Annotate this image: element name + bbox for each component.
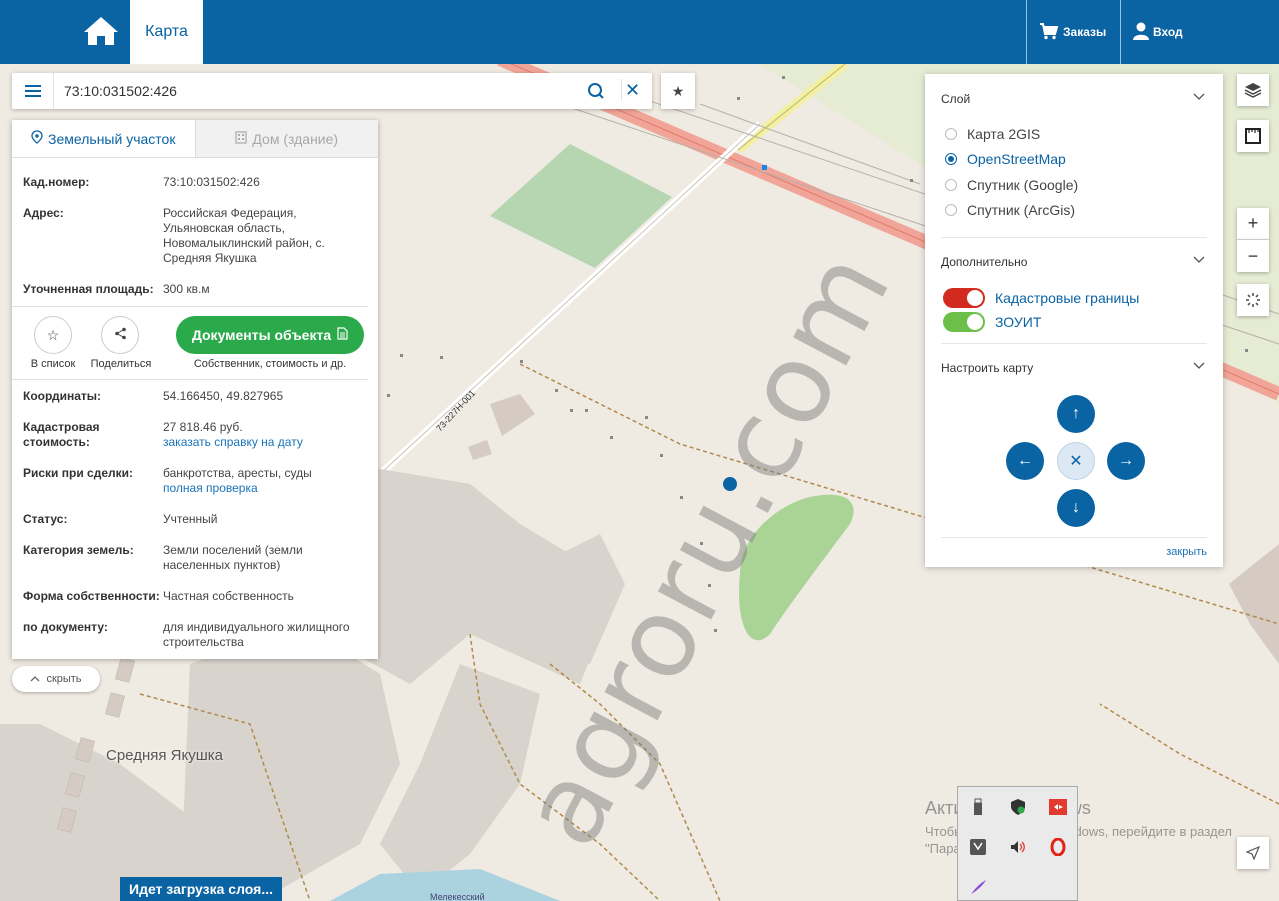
usb-drive-icon[interactable] <box>966 795 990 819</box>
orders-button[interactable]: Заказы <box>1026 0 1120 64</box>
arrow-up-icon: ↑ <box>1072 405 1080 422</box>
toggle-cadastral-borders[interactable]: Кадастровые границы <box>943 288 1139 308</box>
tab-land-label: Земельный участок <box>48 130 176 147</box>
layer-option-2gis[interactable]: Карта 2GIS <box>945 126 1040 142</box>
top-navbar: Карта Заказы Вход <box>0 0 1279 64</box>
arrow-right-icon: → <box>1118 452 1134 469</box>
chevron-up-icon <box>30 673 40 685</box>
system-tray-popup <box>957 786 1078 901</box>
toggle-zouit[interactable]: ЗОУИТ <box>943 312 1041 332</box>
pan-right-button[interactable]: → <box>1107 442 1145 480</box>
share-icon <box>114 327 127 343</box>
divider <box>12 379 368 380</box>
tab-land-plot[interactable]: Земельный участок <box>12 120 195 157</box>
pan-up-button[interactable]: ↑ <box>1057 395 1095 433</box>
loading-spinner-icon[interactable] <box>1237 284 1269 316</box>
share-button[interactable] <box>101 316 139 354</box>
divider <box>941 537 1207 538</box>
orders-label: Заказы <box>1063 25 1107 39</box>
favorite-star-button[interactable]: ★ <box>661 73 695 109</box>
info-panel: Земельный участок Дом (здание) Кад.номер… <box>12 120 378 659</box>
add-to-list-button[interactable]: ☆ <box>34 316 72 354</box>
chevron-down-icon[interactable] <box>1193 253 1205 267</box>
share-label: Поделиться <box>90 358 152 370</box>
divider <box>941 343 1207 344</box>
minus-icon: − <box>1247 245 1259 266</box>
tab-house[interactable]: Дом (здание) <box>194 120 378 157</box>
add-to-list-label: В список <box>30 358 76 370</box>
cadastral-number-link[interactable]: 73:10:031502:426 <box>163 175 368 190</box>
toggle-switch[interactable] <box>943 312 985 332</box>
layers-panel: Слой Карта 2GIS OpenStreetMap Спутник (G… <box>925 74 1223 567</box>
ruler-icon[interactable] <box>1237 120 1269 152</box>
home-icon[interactable] <box>82 14 120 48</box>
section-extra-title: Дополнительно <box>941 255 1028 269</box>
arrow-left-icon: ← <box>1017 452 1033 469</box>
divider <box>941 237 1207 238</box>
loading-layer-badge: Идет загрузка слоя... <box>120 877 282 901</box>
search-input[interactable] <box>64 81 564 101</box>
app-tray-icon[interactable] <box>966 835 990 859</box>
red-app-icon[interactable] <box>1046 795 1070 819</box>
chevron-down-icon[interactable] <box>1193 359 1205 373</box>
full-check-link[interactable]: полная проверка <box>163 481 368 496</box>
pan-down-button[interactable]: ↓ <box>1057 489 1095 527</box>
zoom-out-button[interactable]: − <box>1237 240 1269 272</box>
search-icon[interactable] <box>585 80 607 102</box>
tab-map[interactable]: Карта <box>130 0 203 64</box>
layers-icon[interactable] <box>1237 74 1269 106</box>
clear-icon[interactable]: ✕ <box>621 79 643 101</box>
cart-icon <box>1039 22 1059 43</box>
chevron-down-icon[interactable] <box>1193 90 1205 104</box>
close-layers-link[interactable]: закрыть <box>1166 546 1207 558</box>
feather-pen-icon[interactable] <box>966 875 990 899</box>
plus-icon: + <box>1247 213 1259 233</box>
zoom-in-button[interactable]: + <box>1237 208 1269 240</box>
menu-icon[interactable] <box>12 73 54 109</box>
divider <box>12 306 368 307</box>
document-icon <box>337 327 348 343</box>
user-icon <box>1133 22 1149 43</box>
layer-option-osm[interactable]: OpenStreetMap <box>945 151 1066 167</box>
section-configure-title: Настроить карту <box>941 361 1034 375</box>
opera-icon[interactable] <box>1046 835 1070 859</box>
login-button[interactable]: Вход <box>1120 0 1192 64</box>
water-label: Мелекесский <box>430 892 485 901</box>
star-outline-icon: ☆ <box>46 326 60 343</box>
security-shield-icon[interactable] <box>1006 795 1030 819</box>
object-documents-button[interactable]: Документы объекта <box>176 316 364 354</box>
arrow-down-icon: ↓ <box>1072 499 1080 516</box>
place-label: Средняя Якушка <box>106 747 223 764</box>
pan-left-button[interactable]: ← <box>1006 442 1044 480</box>
close-icon: ✕ <box>1069 453 1083 470</box>
reset-center-button[interactable]: ✕ <box>1057 442 1095 480</box>
building-icon <box>235 130 248 147</box>
documents-subtitle: Собственник, стоимость и др. <box>193 358 347 370</box>
locate-arrow-icon[interactable] <box>1237 837 1269 869</box>
map-pin-icon <box>31 130 43 147</box>
order-certificate-link[interactable]: заказать справку на дату <box>163 435 368 450</box>
search-bar: ✕ <box>12 73 652 109</box>
road-label: 73-227Н-001 <box>434 388 477 433</box>
login-label: Вход <box>1153 25 1183 39</box>
layer-option-google[interactable]: Спутник (Google) <box>945 177 1078 193</box>
hide-panel-button[interactable]: скрыть <box>12 666 100 692</box>
layer-option-arcgis[interactable]: Спутник (ArcGis) <box>945 202 1075 218</box>
tab-house-label: Дом (здание) <box>252 130 339 147</box>
toggle-switch[interactable] <box>943 288 985 308</box>
volume-icon[interactable] <box>1006 835 1030 859</box>
section-layer-title: Слой <box>941 92 971 106</box>
